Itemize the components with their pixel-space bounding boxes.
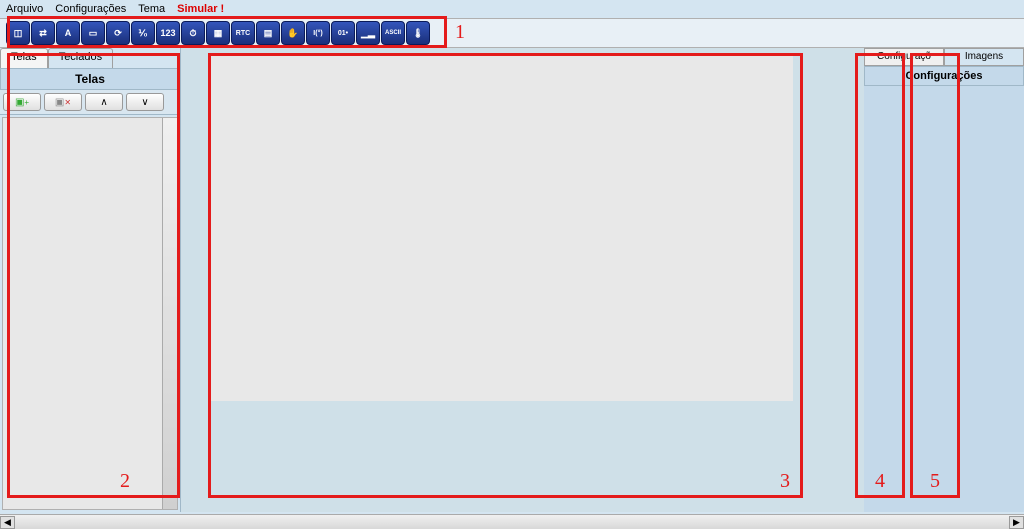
- right-panel: Configuraçõ Imagens Configurações: [864, 48, 1024, 512]
- tool-input-icon[interactable]: ▤: [256, 21, 280, 45]
- tool-chart-icon[interactable]: ▁▂: [356, 21, 380, 45]
- delete-screen-button[interactable]: ▣✕: [44, 93, 82, 111]
- tab-telas[interactable]: Telas: [0, 48, 48, 68]
- design-canvas[interactable]: [211, 56, 793, 401]
- tool-digital-icon[interactable]: ⅟₀: [131, 21, 155, 45]
- tab-configuracoes[interactable]: Configuraçõ: [864, 48, 944, 66]
- horizontal-scrollbar[interactable]: ◀ ▶: [0, 514, 1024, 529]
- menu-configuracoes[interactable]: Configurações: [55, 3, 126, 15]
- tool-rtc-icon[interactable]: RTC: [231, 21, 255, 45]
- move-up-button[interactable]: ∧: [85, 93, 123, 111]
- scroll-right-icon[interactable]: ▶: [1009, 516, 1024, 529]
- toolbar: ◫ ⇄ A ▭ ⟳ ⅟₀ 123 ⏱ ▦ RTC ▤ ✋ I(°) 01• ▁▂…: [0, 18, 1024, 48]
- tool-binary-icon[interactable]: 01•: [331, 21, 355, 45]
- tool-rect-icon[interactable]: ▭: [81, 21, 105, 45]
- tool-temp-icon[interactable]: I(°): [306, 21, 330, 45]
- tool-refresh-icon[interactable]: ⟳: [106, 21, 130, 45]
- canvas-panel: [181, 48, 864, 512]
- scroll-left-icon[interactable]: ◀: [0, 516, 15, 529]
- menu-arquivo[interactable]: Arquivo: [6, 3, 43, 15]
- telas-header: Telas: [0, 68, 180, 90]
- move-down-button[interactable]: ∨: [126, 93, 164, 111]
- config-header: Configurações: [864, 66, 1024, 86]
- menu-bar: Arquivo Configurações Tema Simular !: [0, 0, 1024, 18]
- screens-list[interactable]: [2, 117, 178, 510]
- tool-timer-icon[interactable]: ⏱: [181, 21, 205, 45]
- tool-thermo-icon[interactable]: 🌡: [406, 21, 430, 45]
- tool-window-icon[interactable]: ◫: [6, 21, 30, 45]
- config-body: [864, 86, 1024, 512]
- tab-teclados[interactable]: Teclados: [48, 48, 113, 68]
- left-panel: Telas Teclados Telas ▣+ ▣✕ ∧ ∨: [0, 48, 181, 512]
- tool-hand-icon[interactable]: ✋: [281, 21, 305, 45]
- add-screen-button[interactable]: ▣+: [3, 93, 41, 111]
- tab-imagens[interactable]: Imagens: [944, 48, 1024, 66]
- tool-text-icon[interactable]: A: [56, 21, 80, 45]
- tool-number-icon[interactable]: 123: [156, 21, 180, 45]
- menu-tema[interactable]: Tema: [138, 3, 165, 15]
- tool-swap-icon[interactable]: ⇄: [31, 21, 55, 45]
- tool-ascii-icon[interactable]: ASCII: [381, 21, 405, 45]
- tool-grid-icon[interactable]: ▦: [206, 21, 230, 45]
- menu-simular[interactable]: Simular !: [177, 3, 224, 15]
